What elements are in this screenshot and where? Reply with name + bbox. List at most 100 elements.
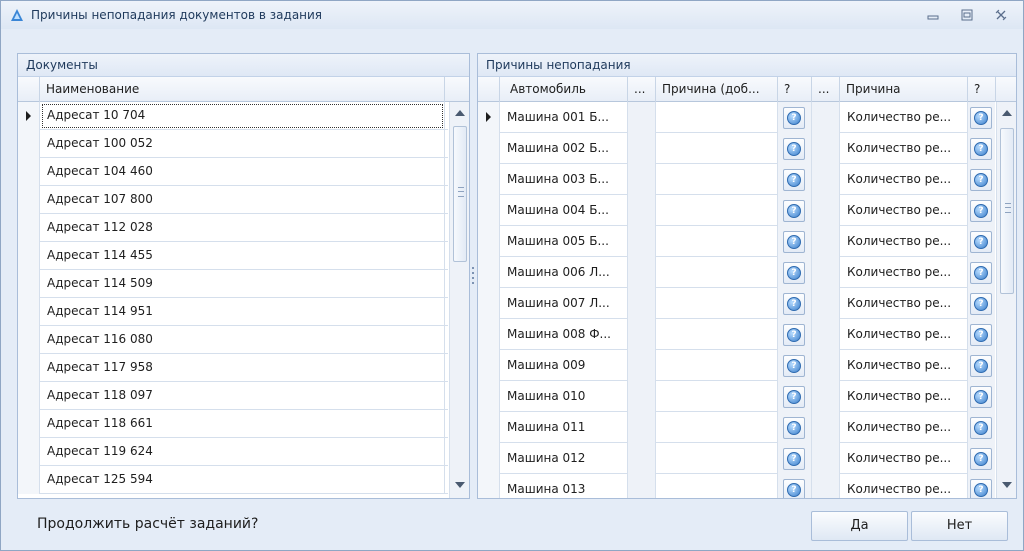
- question-button[interactable]: ?: [783, 479, 805, 498]
- car-cell[interactable]: Машина 001 Б...: [500, 102, 628, 133]
- row-indicator[interactable]: [478, 412, 500, 443]
- row-indicator[interactable]: [478, 164, 500, 195]
- question-cell-2[interactable]: ?: [968, 133, 995, 164]
- question-button[interactable]: ?: [970, 324, 992, 346]
- reasons-scrollbar[interactable]: [996, 102, 1016, 498]
- table-row[interactable]: Адресат 114 951: [18, 298, 448, 326]
- dots-cell-1[interactable]: [628, 195, 656, 226]
- reason-cell[interactable]: Количество ре...: [840, 195, 968, 226]
- car-cell[interactable]: Машина 002 Б...: [500, 133, 628, 164]
- column-header-reason-added[interactable]: Причина (доб...: [656, 77, 778, 102]
- table-row[interactable]: Адресат 10 704: [18, 102, 448, 130]
- question-button[interactable]: ?: [783, 448, 805, 470]
- documents-scrollbar[interactable]: [449, 102, 469, 498]
- car-cell[interactable]: Машина 005 Б...: [500, 226, 628, 257]
- table-row[interactable]: Машина 011? Количество ре...?: [478, 412, 995, 443]
- reason-added-cell[interactable]: [656, 102, 778, 133]
- question-cell-1[interactable]: ?: [778, 443, 812, 474]
- car-cell[interactable]: Машина 003 Б...: [500, 164, 628, 195]
- question-cell-2[interactable]: ?: [968, 164, 995, 195]
- question-cell-1[interactable]: ?: [778, 195, 812, 226]
- table-row[interactable]: Машина 010? Количество ре...?: [478, 381, 995, 412]
- dots-cell-2[interactable]: [812, 133, 840, 164]
- question-button[interactable]: ?: [783, 417, 805, 439]
- question-button[interactable]: ?: [970, 231, 992, 253]
- row-indicator[interactable]: [478, 195, 500, 226]
- document-name-cell[interactable]: Адресат 10 704: [40, 102, 445, 130]
- table-row[interactable]: Адресат 116 080: [18, 326, 448, 354]
- question-cell-1[interactable]: ?: [778, 412, 812, 443]
- reason-added-cell[interactable]: [656, 319, 778, 350]
- reason-added-cell[interactable]: [656, 443, 778, 474]
- scroll-thumb[interactable]: [1000, 128, 1014, 294]
- question-button[interactable]: ?: [970, 169, 992, 191]
- question-cell-1[interactable]: ?: [778, 381, 812, 412]
- question-cell-2[interactable]: ?: [968, 443, 995, 474]
- reason-added-cell[interactable]: [656, 164, 778, 195]
- reason-added-cell[interactable]: [656, 133, 778, 164]
- car-cell[interactable]: Машина 008 Ф...: [500, 319, 628, 350]
- table-row[interactable]: Машина 008 Ф...? Количество ре...?: [478, 319, 995, 350]
- dots-cell-2[interactable]: [812, 257, 840, 288]
- car-cell[interactable]: Машина 011: [500, 412, 628, 443]
- table-row[interactable]: Машина 002 Б...? Количество ре...?: [478, 133, 995, 164]
- question-cell-1[interactable]: ?: [778, 164, 812, 195]
- question-button[interactable]: ?: [783, 200, 805, 222]
- table-row[interactable]: Машина 012? Количество ре...?: [478, 443, 995, 474]
- question-cell-2[interactable]: ?: [968, 288, 995, 319]
- table-row[interactable]: Адресат 100 052: [18, 130, 448, 158]
- row-indicator[interactable]: [478, 381, 500, 412]
- document-name-cell[interactable]: Адресат 107 800: [40, 186, 445, 214]
- row-indicator[interactable]: [18, 466, 40, 494]
- reason-cell[interactable]: Количество ре...: [840, 257, 968, 288]
- dots-cell-2[interactable]: [812, 195, 840, 226]
- scroll-down-icon[interactable]: [1002, 482, 1012, 488]
- reason-cell[interactable]: Количество ре...: [840, 319, 968, 350]
- question-button[interactable]: ?: [970, 386, 992, 408]
- dots-cell-2[interactable]: [812, 226, 840, 257]
- row-indicator[interactable]: [478, 102, 500, 133]
- question-cell-1[interactable]: ?: [778, 102, 812, 133]
- dots-cell-2[interactable]: [812, 319, 840, 350]
- reason-cell[interactable]: Количество ре...: [840, 164, 968, 195]
- row-indicator[interactable]: [18, 382, 40, 410]
- dots-cell-1[interactable]: [628, 412, 656, 443]
- column-header-name[interactable]: Наименование: [40, 77, 445, 102]
- question-cell-1[interactable]: ?: [778, 288, 812, 319]
- dots-cell-2[interactable]: [812, 164, 840, 195]
- reason-cell[interactable]: Количество ре...: [840, 133, 968, 164]
- row-indicator[interactable]: [18, 158, 40, 186]
- table-row[interactable]: Машина 007 Л...? Количество ре...?: [478, 288, 995, 319]
- scroll-up-icon[interactable]: [1002, 110, 1012, 116]
- dots-cell-1[interactable]: [628, 443, 656, 474]
- table-row[interactable]: Машина 013? Количество ре...?: [478, 474, 995, 498]
- dots-cell-1[interactable]: [628, 257, 656, 288]
- question-button[interactable]: ?: [783, 169, 805, 191]
- dots-cell-1[interactable]: [628, 474, 656, 498]
- document-name-cell[interactable]: Адресат 118 097: [40, 382, 445, 410]
- row-indicator[interactable]: [18, 326, 40, 354]
- question-cell-1[interactable]: ?: [778, 257, 812, 288]
- car-cell[interactable]: Машина 010: [500, 381, 628, 412]
- dots-cell-1[interactable]: [628, 102, 656, 133]
- scroll-thumb[interactable]: [453, 126, 467, 262]
- dots-cell-2[interactable]: [812, 443, 840, 474]
- question-cell-1[interactable]: ?: [778, 133, 812, 164]
- question-cell-2[interactable]: ?: [968, 257, 995, 288]
- table-row[interactable]: Адресат 114 509: [18, 270, 448, 298]
- document-name-cell[interactable]: Адресат 125 594: [40, 466, 445, 494]
- question-button[interactable]: ?: [970, 417, 992, 439]
- document-name-cell[interactable]: Адресат 114 455: [40, 242, 445, 270]
- document-name-cell[interactable]: Адресат 114 951: [40, 298, 445, 326]
- scroll-up-icon[interactable]: [455, 110, 465, 116]
- reason-cell[interactable]: Количество ре...: [840, 474, 968, 498]
- table-row[interactable]: Машина 009? Количество ре...?: [478, 350, 995, 381]
- table-row[interactable]: Машина 001 Б...? Количество ре...?: [478, 102, 995, 133]
- row-indicator[interactable]: [18, 298, 40, 326]
- question-cell-2[interactable]: ?: [968, 195, 995, 226]
- table-row[interactable]: Машина 005 Б...? Количество ре...?: [478, 226, 995, 257]
- row-indicator[interactable]: [18, 438, 40, 466]
- dots-cell-2[interactable]: [812, 412, 840, 443]
- maximize-button[interactable]: [955, 5, 979, 25]
- question-button[interactable]: ?: [970, 479, 992, 498]
